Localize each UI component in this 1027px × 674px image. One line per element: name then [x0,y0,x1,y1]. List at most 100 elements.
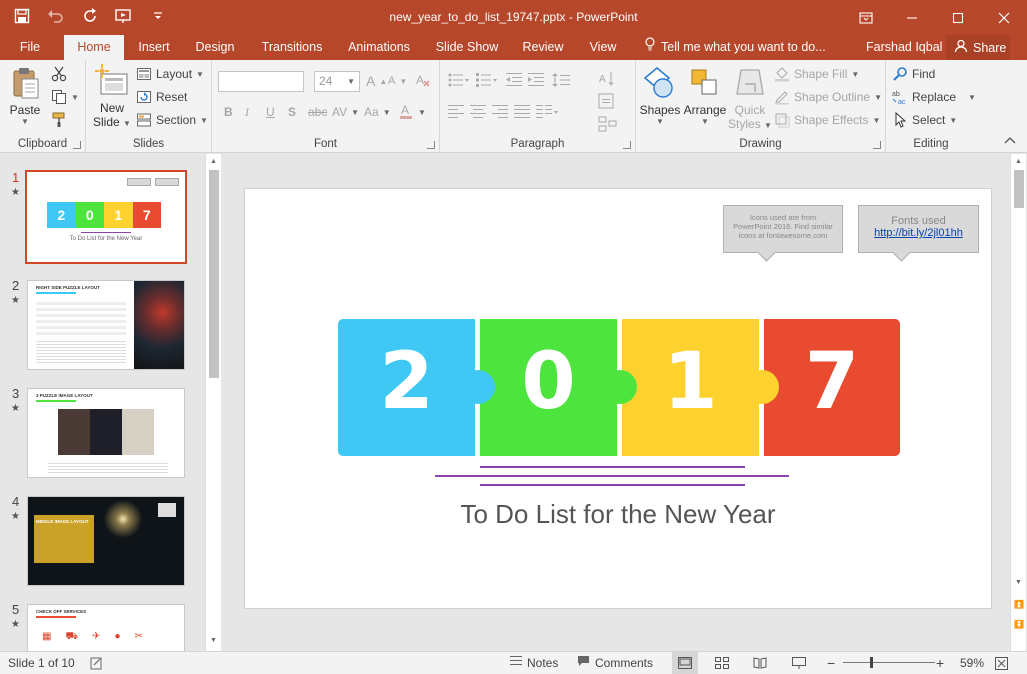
normal-view-icon[interactable] [672,652,698,674]
numbering-icon[interactable] [476,73,498,87]
slide-thumbnail-4[interactable]: MIDDLE IMAGE LAYOUT [27,496,185,586]
increase-indent-icon[interactable] [528,73,544,87]
slide-thumbnail-5[interactable]: CHECK OFF SERVICES ▦ ⛟ ✈ ● ✂ [27,604,185,651]
strikethrough-icon[interactable]: abc [308,105,327,119]
tell-me-search[interactable]: Tell me what you want to do... [645,35,826,60]
zoom-slider-thumb[interactable] [870,657,874,668]
share-button[interactable]: Share [946,35,1010,60]
slide-thumbnail-2[interactable]: RIGHT SIDE PUZZLE LAYOUT [27,280,185,370]
paragraph-launcher-icon[interactable] [623,141,631,149]
tab-home[interactable]: Home [64,35,124,60]
scroll-up-icon[interactable]: ▲ [210,158,217,165]
find-button[interactable]: Find [892,66,935,82]
ribbon-display-options-icon[interactable] [843,0,889,35]
scroll-down-icon[interactable]: ▼ [1015,579,1022,586]
tab-design[interactable]: Design [190,35,240,60]
close-icon[interactable] [981,0,1027,35]
spell-check-icon[interactable] [90,652,104,674]
collapse-ribbon-icon[interactable] [1004,136,1016,144]
drawing-launcher-icon[interactable] [873,141,881,149]
maximize-icon[interactable] [935,0,981,35]
decrease-font-size-icon[interactable]: A ▼ [388,75,407,87]
clear-formatting-icon[interactable]: A [415,72,431,88]
clipboard-launcher-icon[interactable] [73,141,81,149]
justify-icon[interactable] [514,105,530,119]
layout-button[interactable]: Layout ▼ [136,66,204,82]
text-direction-icon[interactable]: A [598,70,618,88]
format-painter-icon[interactable] [51,112,67,128]
bold-icon[interactable]: B [224,105,233,119]
tab-view[interactable]: View [584,35,622,60]
copy-icon[interactable]: ▼ [51,89,79,105]
shapes-button[interactable]: Shapes ▼ [638,66,682,126]
scroll-thumb[interactable] [209,170,219,378]
minimize-icon[interactable] [889,0,935,35]
line-spacing-icon[interactable] [552,73,572,87]
italic-icon[interactable]: I [245,105,249,120]
tab-review[interactable]: Review [518,35,568,60]
comments-button[interactable]: Comments [577,652,653,674]
slide-scrollbar[interactable]: ▲ ▼ ⏫ ⏬ [1010,154,1026,651]
zoom-level[interactable]: 59% [960,652,984,674]
font-color-icon[interactable]: A ▼ [398,103,426,121]
align-left-icon[interactable] [448,105,464,119]
paste-dropdown-icon[interactable]: ▼ [6,117,44,126]
next-slide-icon[interactable]: ⏬ [1014,620,1024,629]
character-spacing-icon[interactable]: AV ▼ [332,105,359,119]
tab-animations[interactable]: Animations [343,35,415,60]
change-case-icon[interactable]: Aa ▼ [364,105,391,119]
scroll-down-icon[interactable]: ▼ [210,637,217,644]
zoom-in-button[interactable]: + [936,652,944,674]
shape-fill-button[interactable]: Shape Fill ▼ [774,66,859,82]
arrange-button[interactable]: Arrange ▼ [682,66,728,126]
section-button[interactable]: Section ▼ [136,112,208,128]
smartart-icon[interactable] [598,116,618,132]
fit-to-window-icon[interactable] [995,652,1008,674]
puzzle-piece-1[interactable]: 2 [338,319,475,456]
previous-slide-icon[interactable]: ⏫ [1014,600,1024,609]
zoom-out-button[interactable]: − [827,652,835,674]
slide-thumbnail-3[interactable]: 3 PUZZLE IMAGE LAYOUT [27,388,185,478]
slide-show-icon[interactable] [792,652,806,674]
quick-styles-button[interactable]: Quick Styles ▼ [728,66,772,131]
user-name[interactable]: Farshad Iqbal [866,35,942,60]
current-slide[interactable]: Icons used are from PowerPoint 2016. Fin… [244,188,992,609]
shape-effects-button[interactable]: Shape Effects ▼ [774,112,880,128]
slide-subtitle[interactable]: To Do List for the New Year [245,499,991,530]
cut-icon[interactable] [51,66,67,82]
paste-button[interactable]: Paste ▼ [6,66,44,126]
reading-view-icon[interactable] [753,652,767,674]
underline-icon[interactable]: U [266,105,275,119]
font-launcher-icon[interactable] [427,141,435,149]
tab-file[interactable]: File [10,35,50,60]
zoom-slider[interactable] [843,652,935,674]
replace-button[interactable]: ab ac Replace ▼ [892,89,976,106]
thumbnails-scrollbar[interactable]: ▲ ▼ [205,154,221,651]
columns-icon[interactable] [536,105,558,119]
tab-transitions[interactable]: Transitions [256,35,328,60]
fonts-used-callout[interactable]: Fonts used http://bit.ly/2jl01hh [858,205,979,253]
slide-thumbnail-1[interactable]: 2 0 1 7 To Do List for the New Year [25,170,187,264]
decrease-indent-icon[interactable] [506,73,522,87]
bullets-icon[interactable] [448,73,470,87]
align-text-icon[interactable] [598,93,618,109]
puzzle-piece-4[interactable]: 7 [764,319,900,456]
puzzle-piece-2[interactable]: 0 [480,319,617,456]
select-button[interactable]: Select ▼ [892,111,957,128]
tab-slide-show[interactable]: Slide Show [432,35,502,60]
tab-insert[interactable]: Insert [130,35,178,60]
puzzle-piece-3[interactable]: 1 [622,319,759,456]
font-size-box[interactable]: 24 ▼ [314,71,360,92]
icons-source-callout[interactable]: Icons used are from PowerPoint 2016. Fin… [723,205,843,253]
shadow-icon[interactable]: S [288,105,296,119]
scroll-thumb[interactable] [1014,170,1024,208]
align-right-icon[interactable] [492,105,508,119]
slide-sorter-icon[interactable] [715,652,729,674]
shape-outline-button[interactable]: Shape Outline ▼ [774,89,882,105]
new-slide-button[interactable]: New Slide ▼ [92,64,132,129]
notes-button[interactable]: Notes [510,652,558,674]
reset-button[interactable]: Reset [136,89,187,105]
font-name-box[interactable] [218,71,304,92]
increase-font-size-icon[interactable]: A ▲ [366,73,387,89]
scroll-up-icon[interactable]: ▲ [1015,158,1022,165]
